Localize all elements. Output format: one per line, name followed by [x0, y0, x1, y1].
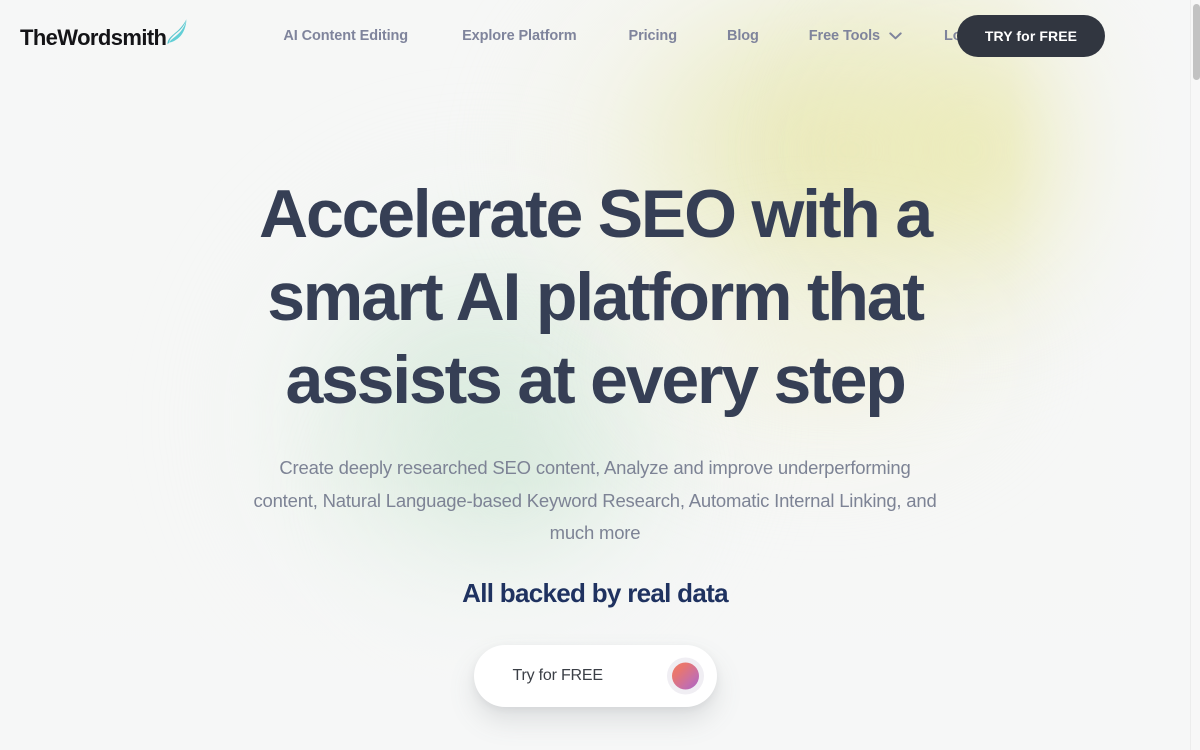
nav-item-label: AI Content Editing	[283, 28, 409, 44]
logo-text: TheWordsmith	[20, 25, 167, 50]
nav-item-label: Blog	[726, 28, 759, 44]
main-navigation: AI Content Editing Explore Platform Pric…	[283, 28, 983, 44]
hero-tagline: All backed by real data	[462, 577, 728, 608]
nav-item-ai-content-editing[interactable]: AI Content Editing	[283, 28, 408, 44]
gradient-orb-icon	[666, 657, 704, 694]
hero-section: Accelerate SEO with a smart AI platform …	[0, 0, 1190, 750]
chevron-down-icon	[889, 32, 902, 40]
hero-subheadline: Create deeply researched SEO content, An…	[253, 457, 937, 543]
page-title: Accelerate SEO with a smart AI platform …	[259, 176, 933, 418]
landing-page: TheWordsmith AI Content Editing Explore …	[0, 0, 1200, 750]
nav-item-label: Free Tools	[808, 28, 881, 44]
site-header: TheWordsmith AI Content Editing Explore …	[0, 0, 1190, 72]
nav-item-blog[interactable]: Blog	[727, 28, 759, 44]
try-for-free-header-button[interactable]: TRY for FREE	[957, 15, 1105, 57]
nav-item-explore-platform[interactable]: Explore Platform	[462, 28, 577, 44]
nav-item-free-tools[interactable]: Free Tools	[809, 28, 902, 44]
nav-item-label: Pricing	[628, 28, 678, 44]
quill-feather-icon	[163, 17, 189, 47]
nav-item-label: Explore Platform	[462, 28, 577, 44]
scrollbar-thumb[interactable]	[1193, 4, 1200, 80]
cta-label: Try for FREE	[512, 666, 604, 684]
logo[interactable]: TheWordsmith	[20, 19, 189, 50]
gradient-orb-inner	[671, 662, 699, 689]
nav-item-pricing[interactable]: Pricing	[628, 28, 678, 44]
vertical-scrollbar[interactable]	[1190, 0, 1200, 750]
try-for-free-hero-button[interactable]: Try for FREE	[473, 644, 717, 707]
